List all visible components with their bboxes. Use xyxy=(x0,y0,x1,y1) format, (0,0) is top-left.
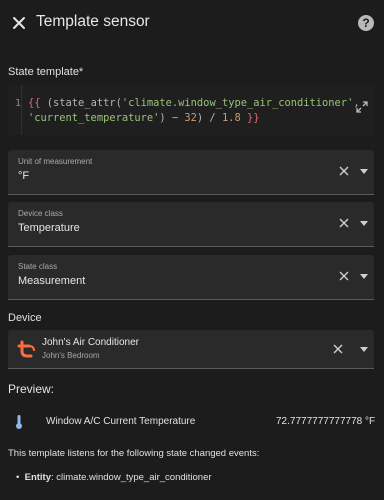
code-num-32: 32 xyxy=(184,112,197,124)
listen-description: This template listens for the following … xyxy=(8,448,260,459)
preview-label: Preview: xyxy=(8,382,55,396)
device-class-field-value: Temperature xyxy=(18,222,80,234)
template-editor[interactable]: 1 {{ (state_attr('climate.window_type_ai… xyxy=(8,85,374,135)
code-attribute-string: 'current_temperature' xyxy=(28,112,160,124)
close-icon[interactable] xyxy=(9,13,29,33)
chevron-down-icon[interactable] xyxy=(360,221,368,226)
help-icon[interactable]: ? xyxy=(358,15,374,31)
state-template-label: State template* xyxy=(8,66,84,78)
unit-of-measurement-select[interactable]: Unit of measurement °F xyxy=(8,150,374,195)
template-code[interactable]: {{ (state_attr('climate.window_type_air_… xyxy=(28,96,360,126)
state-class-field-label: State class xyxy=(18,262,58,271)
state-class-field-value: Measurement xyxy=(18,275,86,287)
tuya-icon xyxy=(17,340,35,358)
code-minus: ) − xyxy=(159,112,185,124)
code-func: state_attr xyxy=(53,97,116,109)
code-divide: ) / xyxy=(196,112,222,124)
clear-icon[interactable] xyxy=(332,343,344,355)
device-label: Device xyxy=(8,312,42,324)
editor-gutter xyxy=(8,85,22,135)
device-class-select[interactable]: Device class Temperature xyxy=(8,202,374,247)
device-name: John's Air Conditioner xyxy=(42,337,139,348)
unit-field-label: Unit of measurement xyxy=(18,157,93,166)
listen-entity-label: Entity xyxy=(24,472,51,483)
preview-entity-value: 72.7777777777778 °F xyxy=(276,416,376,427)
unit-field-value: °F xyxy=(18,170,30,182)
clear-icon[interactable] xyxy=(338,270,350,282)
listen-entity-item: • Entity: climate.window_type_air_condit… xyxy=(16,472,212,483)
code-paren-open: ( xyxy=(40,97,54,109)
clear-icon[interactable] xyxy=(338,165,350,177)
dialog-header: Template sensor ? xyxy=(0,0,384,46)
code-num-1-8: 1.8 xyxy=(221,112,241,124)
code-brace-close: }} xyxy=(240,112,260,124)
state-class-select[interactable]: State class Measurement xyxy=(8,255,374,300)
device-class-field-label: Device class xyxy=(18,209,63,218)
code-entity-string: 'climate.window_type_air_conditioner' xyxy=(121,97,354,109)
thermometer-icon xyxy=(16,415,22,429)
chevron-down-icon[interactable] xyxy=(360,347,368,352)
device-picker[interactable]: John's Air Conditioner John's Bedroom xyxy=(8,330,374,369)
listen-entity-id: : climate.window_type_air_conditioner xyxy=(51,472,212,483)
chevron-down-icon[interactable] xyxy=(360,274,368,279)
chevron-down-icon[interactable] xyxy=(360,169,368,174)
expand-icon[interactable] xyxy=(355,100,369,114)
device-area: John's Bedroom xyxy=(42,351,100,360)
line-number: 1 xyxy=(15,98,22,109)
clear-icon[interactable] xyxy=(338,217,350,229)
preview-entity-name: Window A/C Current Temperature xyxy=(46,416,196,427)
code-brace-open: {{ xyxy=(28,97,41,109)
dialog-title: Template sensor xyxy=(36,13,150,30)
